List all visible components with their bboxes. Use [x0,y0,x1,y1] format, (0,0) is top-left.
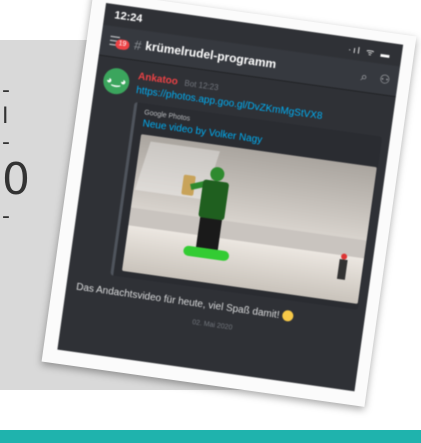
menu-icon[interactable]: ☰ 19 [108,33,130,51]
polaroid-photo: 12:24 ·ıl ᯤ ▬ ☰ 19 # krümelrudel-program… [41,0,417,407]
discord-logo-icon[interactable]: ◕‿◕ [101,66,131,96]
embed-thumbnail[interactable] [121,134,377,304]
search-icon[interactable]: ⌕ [360,69,369,85]
edge-glyph: - [2,78,10,103]
message-timestamp: Bot 12:23 [183,78,220,93]
unread-badge: 19 [114,38,130,51]
edge-glyph: I [2,104,9,129]
toy-base [182,245,230,262]
toy-body [198,179,230,221]
members-icon[interactable]: ⚇ [378,71,392,87]
edge-glyph: 0 [2,154,30,205]
smile-emoji-icon [281,309,294,323]
page-edge-text: - I - 0 - [2,78,32,230]
status-time: 12:24 [113,9,144,26]
link-embed: Google Photos Neue video by Volker Nagy [110,101,383,311]
toy-legs [196,217,222,250]
edge-glyph: - [2,130,10,155]
phone-screenshot: 12:24 ·ıl ᯤ ▬ ☰ 19 # krümelrudel-program… [57,2,404,392]
chat-message: ◕‿◕ Ankatoo Bot 12:23 https://photos.app… [69,55,396,311]
status-icons: ·ıl ᯤ ▬ [347,43,393,60]
teal-accent-bar [0,430,421,443]
edge-glyph: - [2,204,10,229]
channel-hash-icon: # [133,36,143,53]
